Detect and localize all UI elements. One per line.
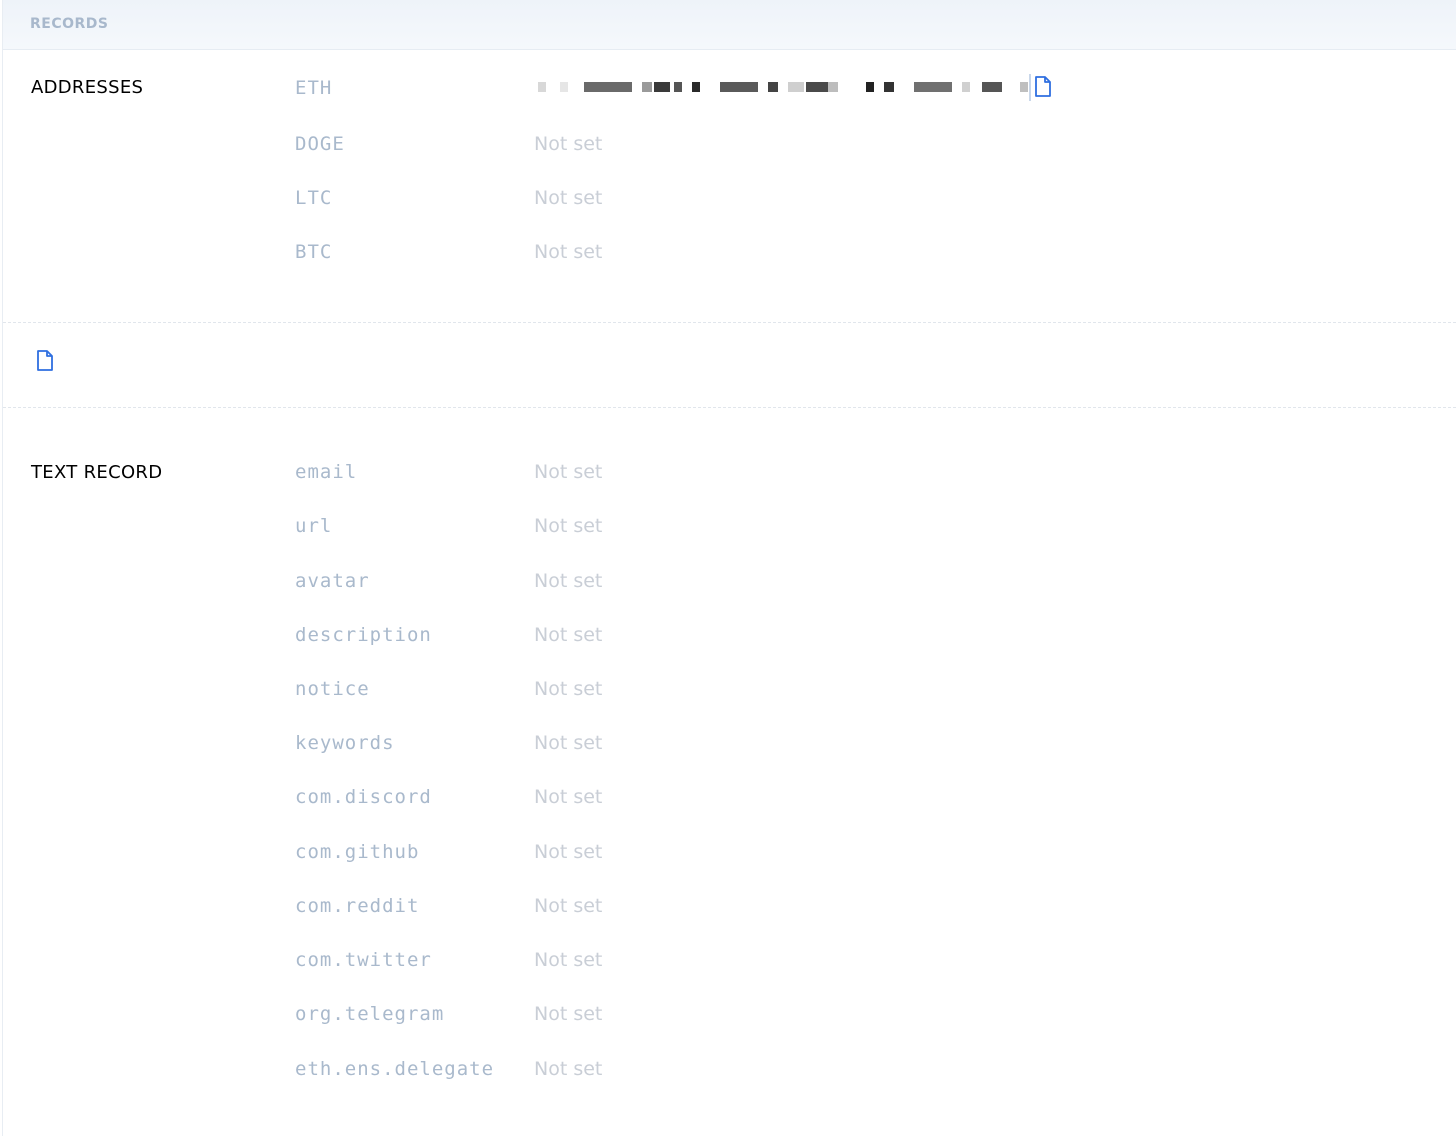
text-record-value: Not set [534,461,603,483]
text-record-row: org.telegram Not set [3,1003,1456,1033]
text-record-key: com.twitter [295,949,432,971]
text-record-row: com.discord Not set [3,786,1456,816]
text-record-row: keywords Not set [3,732,1456,762]
text-record-key: avatar [295,570,370,592]
text-record-key: notice [295,678,370,700]
text-record-value: Not set [534,515,603,537]
text-record-value: Not set [534,732,603,754]
address-value: Not set [534,133,603,155]
address-key: ETH [295,77,333,99]
text-record-value: Not set [534,624,603,646]
eth-address-value-redacted [534,78,1034,100]
copy-icon[interactable] [1033,75,1053,99]
text-record-value: Not set [534,1003,603,1025]
section-divider [3,322,1456,323]
address-value: Not set [534,187,603,209]
text-record-key: com.reddit [295,895,420,917]
text-record-value: Not set [534,949,603,971]
text-record-value: Not set [534,841,603,863]
address-value: Not set [534,241,603,263]
text-record-key: url [295,515,333,537]
records-header: RECORDS [3,0,1456,50]
address-key: LTC [295,187,333,209]
text-record-row: com.github Not set [3,841,1456,871]
text-record-key: keywords [295,732,395,754]
text-record-row: url Not set [3,515,1456,545]
text-record-row: com.reddit Not set [3,895,1456,925]
text-record-value: Not set [534,1058,603,1080]
document-icon[interactable] [35,349,55,373]
text-record-key: description [295,624,432,646]
text-record-row: description Not set [3,624,1456,654]
text-record-value: Not set [534,678,603,700]
text-record-row: email Not set [3,461,1456,491]
text-record-key: com.discord [295,786,432,808]
address-row-ltc: LTC Not set [3,187,1456,217]
text-record-key: eth.ens.delegate [295,1058,495,1080]
records-panel: RECORDS ADDRESSES ETH DOGE Not set LTC N… [2,0,1456,1136]
text-record-value: Not set [534,570,603,592]
records-title: RECORDS [30,16,109,32]
text-record-row: avatar Not set [3,570,1456,600]
text-record-value: Not set [534,895,603,917]
text-record-key: email [295,461,358,483]
text-record-row: com.twitter Not set [3,949,1456,979]
address-row-doge: DOGE Not set [3,133,1456,163]
eth-value-caret [1029,74,1031,101]
text-record-row: notice Not set [3,678,1456,708]
text-record-key: org.telegram [295,1003,445,1025]
address-key: BTC [295,241,333,263]
text-record-key: com.github [295,841,420,863]
section-divider [3,407,1456,408]
text-record-value: Not set [534,786,603,808]
text-record-row: eth.ens.delegate Not set [3,1058,1456,1088]
address-row-btc: BTC Not set [3,241,1456,271]
address-key: DOGE [295,133,345,155]
